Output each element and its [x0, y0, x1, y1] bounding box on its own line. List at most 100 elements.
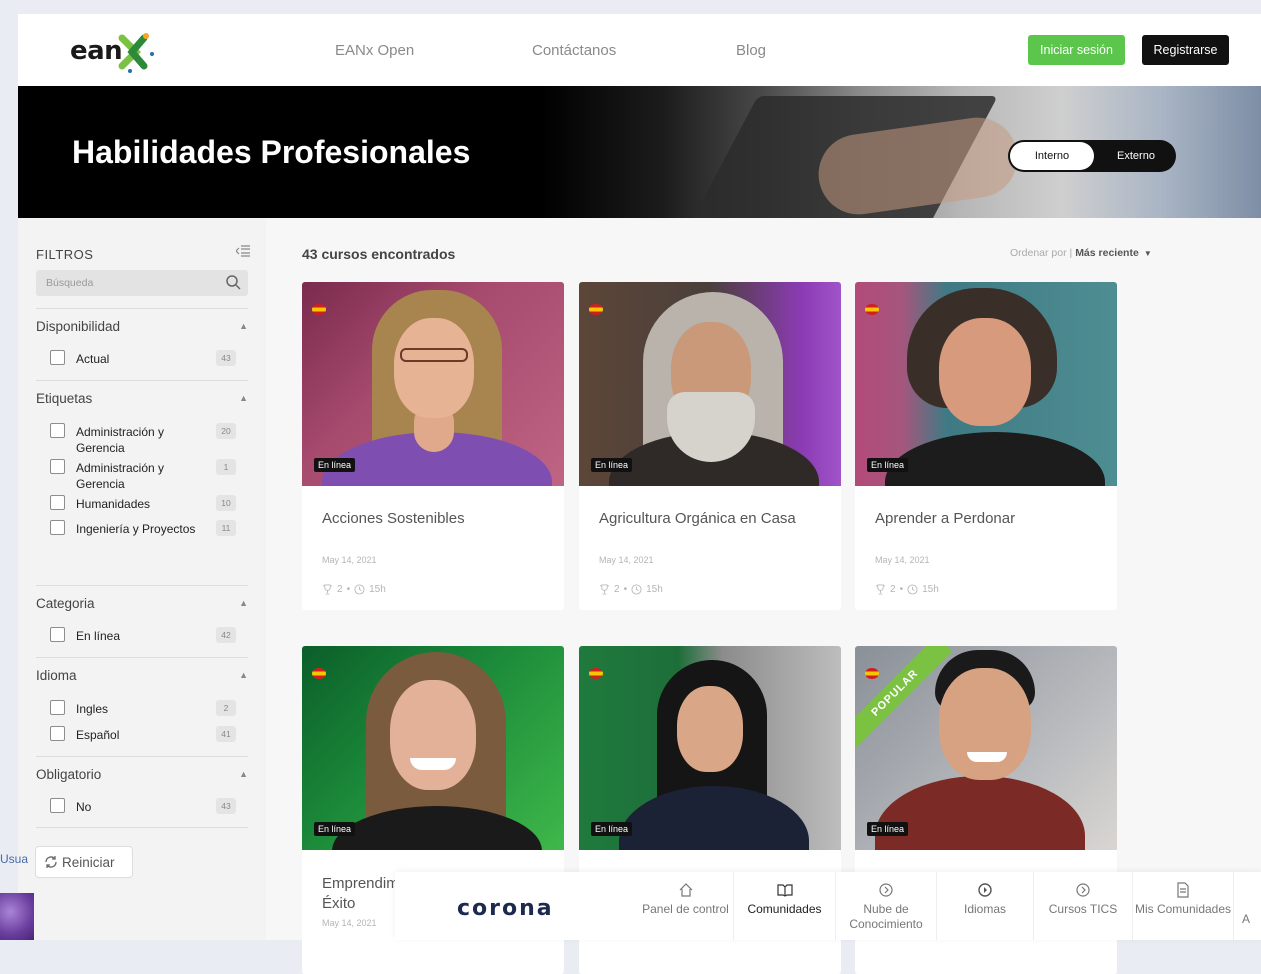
spanish-flag-icon	[589, 304, 603, 315]
nav-label: A	[1242, 912, 1251, 926]
nav-nube-de-conocimiento[interactable]: Nube de Conocimiento	[835, 872, 936, 940]
filter-section-disponibilidad: Disponibilidad ▲ Actual 43	[36, 308, 248, 380]
nav-idiomas[interactable]: Idiomas	[936, 872, 1033, 940]
trophy-icon	[599, 584, 610, 595]
checkbox[interactable]	[50, 520, 65, 535]
section-title: Idioma	[36, 668, 77, 683]
reset-label: Reiniciar	[62, 854, 115, 870]
course-image: En línea	[855, 282, 1117, 486]
section-title: Categoria	[36, 596, 95, 611]
overlay-bottom-nav: corona Panel de control Comunidades Nube…	[395, 872, 1261, 940]
option-label: Ingles	[76, 702, 109, 716]
option-label: Administración y Gerencia	[76, 425, 165, 455]
nav-panel-de-control[interactable]: Panel de control	[638, 872, 733, 940]
sort-prefix: Ordenar por |	[1010, 247, 1073, 259]
course-image: En línea	[579, 282, 841, 486]
option-count: 1	[216, 459, 236, 475]
nav-comunidades[interactable]: Comunidades	[733, 872, 835, 940]
nav-label: Comunidades	[747, 902, 822, 916]
nav-partial-item[interactable]: A	[1233, 872, 1261, 940]
nav-blog[interactable]: Blog	[736, 42, 766, 59]
category-tag: En línea	[314, 822, 356, 836]
spanish-flag-icon	[865, 668, 879, 679]
course-date: May 14, 2021	[322, 555, 377, 565]
spanish-flag-icon	[312, 668, 326, 679]
checkbox[interactable]	[50, 459, 65, 474]
filter-section-obligatorio: Obligatorio ▲ No 43	[36, 756, 248, 828]
nav-contactanos[interactable]: Contáctanos	[532, 42, 616, 59]
filter-section-categoria: Categoria ▲ En línea 42	[36, 585, 248, 657]
sort-value: Más reciente	[1075, 247, 1139, 259]
internal-external-toggle[interactable]: Interno Externo	[1008, 140, 1176, 172]
caret-up-icon[interactable]: ▲	[239, 769, 248, 779]
nav-label: Panel de control	[642, 902, 729, 916]
clock-icon	[354, 584, 365, 595]
option-count: 42	[216, 627, 236, 643]
collapse-filters-icon[interactable]	[236, 245, 250, 257]
option-count: 10	[216, 495, 236, 511]
login-button[interactable]: Iniciar sesión	[1028, 35, 1125, 65]
filters-sidebar: FILTROS Búsqueda Disponibilidad ▲ Actual…	[18, 218, 266, 940]
corona-logo[interactable]: corona	[457, 896, 554, 921]
category-tag: En línea	[867, 458, 909, 472]
nav-eanx-open[interactable]: EANx Open	[335, 42, 414, 59]
course-card[interactable]: En línea Acciones Sostenibles May 14, 20…	[302, 282, 564, 610]
nav-label: Nube de Conocimiento	[849, 902, 923, 931]
option-label: Actual	[76, 352, 110, 366]
course-image: En línea	[579, 646, 841, 850]
nav-cursos-tics[interactable]: Cursos TICS	[1033, 872, 1132, 940]
nav-label: Mis Comunidades	[1134, 902, 1232, 916]
caret-up-icon[interactable]: ▲	[239, 598, 248, 608]
search-input[interactable]: Búsqueda	[36, 270, 248, 296]
sort-dropdown[interactable]: Ordenar por | Más reciente ▼	[1010, 247, 1152, 259]
reset-filters-button[interactable]: Reiniciar	[35, 846, 133, 878]
option-count: 43	[216, 350, 236, 366]
nav-mis-comunidades[interactable]: Mis Comunidades	[1132, 872, 1233, 940]
caret-up-icon[interactable]: ▲	[239, 670, 248, 680]
course-card[interactable]: En línea Aprender a Perdonar May 14, 202…	[855, 282, 1117, 610]
checkbox[interactable]	[50, 423, 65, 438]
course-date: May 14, 2021	[599, 555, 654, 565]
toggle-interno[interactable]: Interno	[1010, 142, 1094, 170]
category-tag: En línea	[591, 822, 633, 836]
filters-title: FILTROS	[36, 247, 94, 262]
course-date: May 14, 2021	[875, 555, 930, 565]
course-meta: 2 • 15h	[322, 584, 386, 595]
option-label: Humanidades	[76, 497, 151, 511]
course-card[interactable]: En línea Agricultura Orgánica en Casa Ma…	[579, 282, 841, 610]
option-count: 20	[216, 423, 236, 439]
spanish-flag-icon	[865, 304, 879, 315]
spanish-flag-icon	[589, 668, 603, 679]
checkbox[interactable]	[50, 726, 65, 741]
trophy-icon	[322, 584, 333, 595]
section-title: Obligatorio	[36, 767, 102, 782]
ean-logo[interactable]: ean	[70, 30, 180, 74]
option-label: No	[76, 800, 92, 814]
checkbox[interactable]	[50, 627, 65, 642]
category-tag: En línea	[867, 822, 909, 836]
search-placeholder: Búsqueda	[46, 277, 94, 289]
caret-up-icon[interactable]: ▲	[239, 393, 248, 403]
play-circle-icon	[1076, 883, 1090, 897]
logo-x-mark	[118, 33, 154, 73]
book-icon	[776, 884, 793, 897]
option-count: 2	[216, 700, 236, 716]
checkbox[interactable]	[50, 495, 65, 510]
checkbox[interactable]	[50, 798, 65, 813]
checkbox[interactable]	[50, 700, 65, 715]
course-date-partial: May 14, 2021	[322, 918, 377, 928]
nav-label: Idiomas	[963, 902, 1007, 916]
caret-up-icon[interactable]: ▲	[239, 321, 248, 331]
toggle-externo[interactable]: Externo	[1100, 142, 1172, 170]
category-tag: En línea	[314, 458, 356, 472]
logo-text: ean	[70, 36, 123, 66]
register-button[interactable]: Registrarse	[1142, 35, 1229, 65]
course-meta: 2 • 15h	[599, 584, 663, 595]
search-icon[interactable]	[225, 274, 241, 290]
checkbox[interactable]	[50, 350, 65, 365]
category-tag: En línea	[591, 458, 633, 472]
course-image: POPULAR En línea	[855, 646, 1117, 850]
trophy-icon	[875, 584, 886, 595]
hero-banner: Habilidades Profesionales Interno Extern…	[18, 86, 1261, 218]
section-title: Disponibilidad	[36, 319, 121, 334]
